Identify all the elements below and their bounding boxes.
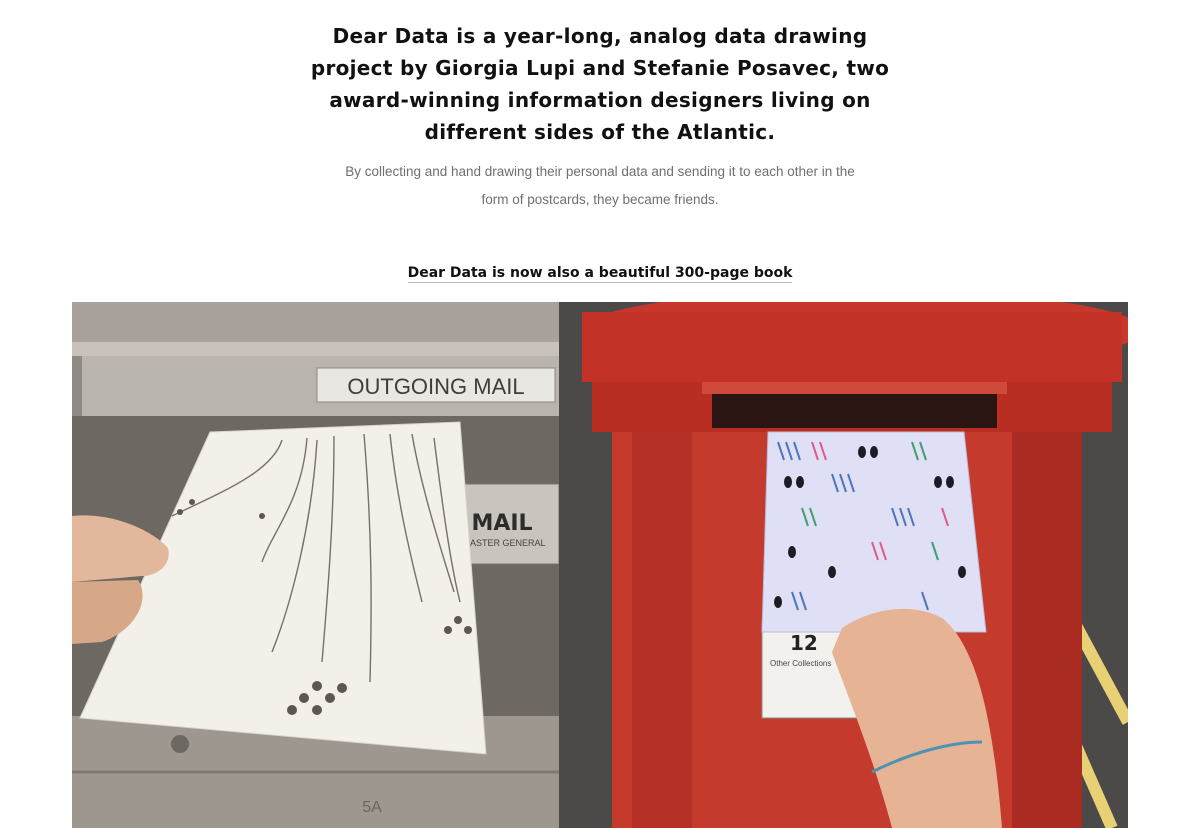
book-link[interactable]: Dear Data is now also a beautiful 300-pa… xyxy=(407,265,793,283)
postbox-photo: 12 Other Collections xyxy=(559,302,1128,828)
page-headline: Dear Data is a year-long, analog data dr… xyxy=(310,24,890,144)
mailbox-photo: OUTGOING MAIL MAIL MASTER GENERAL 5A xyxy=(72,302,560,828)
collection-plate-caption: Other Collections xyxy=(770,659,831,668)
hero-photos: OUTGOING MAIL MAIL MASTER GENERAL 5A 12 … xyxy=(72,302,1128,828)
mail-slot-label: MAIL xyxy=(471,511,532,536)
intro-text: By collecting and hand drawing their per… xyxy=(345,164,855,207)
outgoing-mail-sign: OUTGOING MAIL xyxy=(347,374,524,399)
collection-plate-number: 12 xyxy=(790,631,818,655)
mail-slot-sublabel: MASTER GENERAL xyxy=(462,538,545,548)
mailbox-number: 5A xyxy=(362,799,382,816)
page: Dear Data is a year-long, analog data dr… xyxy=(0,0,1200,828)
book-promo: Dear Data is now also a beautiful 300-pa… xyxy=(300,262,900,284)
